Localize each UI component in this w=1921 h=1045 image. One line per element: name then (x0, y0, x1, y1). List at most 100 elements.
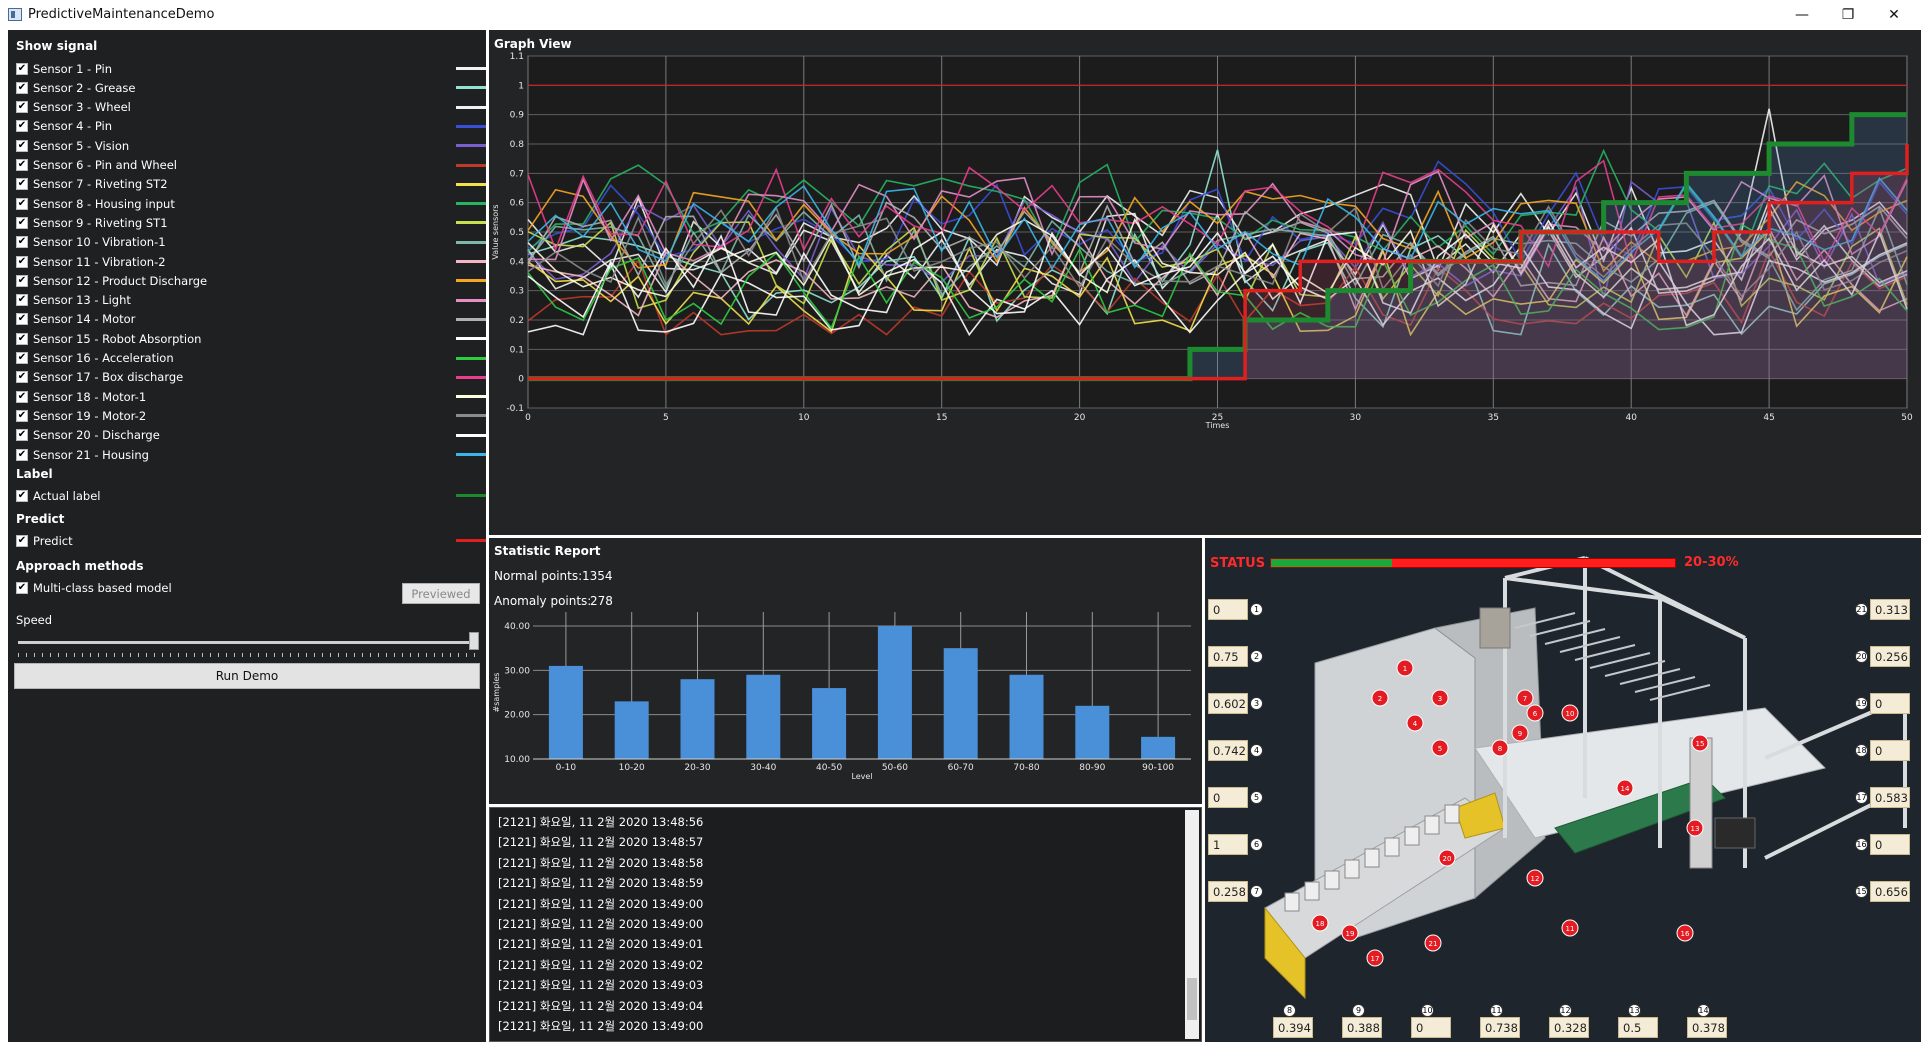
part-tray (1404, 826, 1420, 846)
sensor-label-12: Sensor 12 - Product Discharge (33, 273, 208, 288)
sensor-marker-label-6: 6 (1533, 710, 1538, 718)
part-tray (1364, 848, 1380, 868)
show-signal-title: Show signal (16, 39, 98, 53)
sensor-row-10[interactable]: ✔ Sensor 10 - Vibration-1 (16, 233, 486, 252)
actual-label-row[interactable]: ✔ Actual label (16, 486, 486, 505)
sensor-checkbox-18[interactable]: ✔ (16, 390, 28, 403)
right-value-number-19: 19 (1855, 697, 1868, 710)
sensor-row-1[interactable]: ✔ Sensor 1 - Pin (16, 59, 486, 78)
left-value-box-7: 0.258 (1208, 881, 1248, 902)
speed-slider-ticks (18, 653, 478, 657)
sensor-checkbox-12[interactable]: ✔ (16, 274, 28, 287)
sensor-marker-label-19: 19 (1346, 930, 1355, 938)
y-tick-label: -0.1 (506, 404, 524, 414)
sensor-checkbox-20[interactable]: ✔ (16, 429, 28, 442)
sensor-checkbox-11[interactable]: ✔ (16, 255, 28, 268)
right-value-number-18: 18 (1855, 744, 1868, 757)
sensor-label-17: Sensor 17 - Box discharge (33, 370, 184, 385)
sensor-checkbox-9[interactable]: ✔ (16, 216, 28, 229)
sensor-row-2[interactable]: ✔ Sensor 2 - Grease (16, 78, 486, 97)
approach-text: Multi-class based model (33, 580, 172, 595)
speed-slider-track[interactable] (18, 641, 478, 644)
sensor-checkbox-8[interactable]: ✔ (16, 197, 28, 210)
run-demo-button[interactable]: Run Demo (14, 663, 480, 689)
sensor-row-17[interactable]: ✔ Sensor 17 - Box discharge (16, 368, 486, 387)
line-chart[interactable]: -0.100.10.20.30.40.50.60.70.80.911.10 5 10… (489, 30, 1921, 535)
sensor-checkbox-10[interactable]: ✔ (16, 236, 28, 249)
sensor-label-10: Sensor 10 - Vibration-1 (33, 235, 166, 250)
sensor-checkbox-7[interactable]: ✔ (16, 178, 28, 191)
bar-category-label: 0-10 (556, 763, 577, 773)
window-title: PredictiveMaintenanceDemo (28, 7, 215, 22)
bottom-value-number-11: 11 (1490, 1004, 1503, 1017)
predict-row[interactable]: ✔ Predict (16, 531, 486, 550)
bar-0-10 (548, 665, 583, 759)
sensor-row-15[interactable]: ✔ Sensor 15 - Robot Absorption (16, 329, 486, 348)
statistic-report-panel: Statistic Report Normal points: 1354 Ano… (489, 538, 1202, 804)
sensor-checkbox-13[interactable]: ✔ (16, 294, 28, 307)
x-tick-label: 40 (1625, 413, 1637, 423)
sensor-checkbox-5[interactable]: ✔ (16, 139, 28, 152)
sensor-row-18[interactable]: ✔ Sensor 18 - Motor-1 (16, 387, 486, 406)
sensor-marker-label-11: 11 (1566, 925, 1575, 933)
sensor-marker-label-9: 9 (1518, 730, 1522, 738)
sensor-checkbox-6[interactable]: ✔ (16, 159, 28, 171)
sensor-row-6[interactable]: ✔ Sensor 6 - Pin and Wheel (16, 156, 486, 175)
event-log[interactable]: [2121] 화요일, 11 2월 2020 13:48:56 [2121] 화요… (489, 807, 1202, 1042)
close-button[interactable]: ✕ (1871, 0, 1917, 30)
y-tick-label: 0.5 (510, 228, 524, 238)
y-tick-label: 0.9 (510, 111, 525, 121)
sensor-checkbox-1[interactable]: ✔ (16, 62, 28, 75)
sensor-row-11[interactable]: ✔ Sensor 11 - Vibration-2 (16, 252, 486, 271)
bottom-value-box-11: 0.738 (1480, 1017, 1520, 1038)
sensor-checkbox-4[interactable]: ✔ (16, 120, 28, 133)
bar-80-90 (1075, 705, 1110, 759)
minimize-button[interactable]: — (1779, 0, 1825, 30)
left-value-box-5: 0 (1208, 787, 1248, 808)
sensor-row-4[interactable]: ✔ Sensor 4 - Pin (16, 117, 486, 136)
actual-label-checkbox[interactable]: ✔ (16, 489, 28, 502)
sensor-row-8[interactable]: ✔ Sensor 8 - Housing input (16, 194, 486, 213)
log-scroll-thumb[interactable] (1187, 978, 1197, 1020)
sensor-checkbox-21[interactable]: ✔ (16, 448, 28, 461)
status-value: 20-30% (1684, 555, 1739, 570)
bar-category-label: 50-60 (882, 763, 908, 773)
sensor-color-swatch-10 (456, 240, 486, 244)
bar-category-label: 40-50 (816, 763, 842, 773)
bottom-value-box-10: 0 (1411, 1017, 1451, 1038)
sensor-checkbox-17[interactable]: ✔ (16, 371, 28, 384)
log-scrollbar[interactable] (1185, 810, 1199, 1039)
bar-60-70 (943, 648, 978, 759)
actual-label-text: Actual label (33, 488, 101, 503)
sensor-row-20[interactable]: ✔ Sensor 20 - Discharge (16, 426, 486, 445)
sensor-row-14[interactable]: ✔ Sensor 14 - Motor (16, 310, 486, 329)
sensor-label-13: Sensor 13 - Light (33, 293, 131, 308)
sensor-row-3[interactable]: ✔ Sensor 3 - Wheel (16, 98, 486, 117)
sensor-label-6: Sensor 6 - Pin and Wheel (33, 158, 177, 172)
sensor-checkbox-2[interactable]: ✔ (16, 81, 28, 94)
sensor-row-13[interactable]: ✔ Sensor 13 - Light (16, 291, 486, 310)
bar-50-60 (877, 626, 912, 759)
sensor-row-16[interactable]: ✔ Sensor 16 - Acceleration (16, 349, 486, 368)
right-value-box-18: 0 (1870, 740, 1910, 761)
sensor-row-9[interactable]: ✔ Sensor 9 - Riveting ST1 (16, 213, 486, 232)
approach-checkbox[interactable]: ✔ (16, 581, 28, 594)
sensor-row-19[interactable]: ✔ Sensor 19 - Motor-2 (16, 406, 486, 425)
restore-button[interactable]: ❐ (1825, 0, 1871, 30)
previewed-button[interactable]: Previewed (402, 583, 480, 604)
sensor-row-5[interactable]: ✔ Sensor 5 - Vision (16, 136, 486, 155)
sensor-row-7[interactable]: ✔ Sensor 7 - Riveting ST2 (16, 175, 486, 194)
left-value-number-4: 4 (1250, 744, 1263, 757)
sensor-row-21[interactable]: ✔ Sensor 21 - Housing (16, 445, 486, 464)
speed-slider-thumb[interactable] (469, 632, 479, 650)
sensor-checkbox-3[interactable]: ✔ (16, 101, 28, 114)
left-value-number-5: 5 (1250, 791, 1263, 804)
sensor-checkbox-19[interactable]: ✔ (16, 409, 28, 422)
sensor-row-12[interactable]: ✔ Sensor 12 - Product Discharge (16, 271, 486, 290)
sensor-checkbox-15[interactable]: ✔ (16, 332, 28, 345)
sensor-checkbox-14[interactable]: ✔ (16, 313, 28, 326)
sensor-checkbox-16[interactable]: ✔ (16, 352, 28, 364)
predict-checkbox[interactable]: ✔ (16, 534, 28, 547)
y-tick-label: 0 (518, 375, 524, 385)
bar-90-100 (1141, 736, 1176, 759)
